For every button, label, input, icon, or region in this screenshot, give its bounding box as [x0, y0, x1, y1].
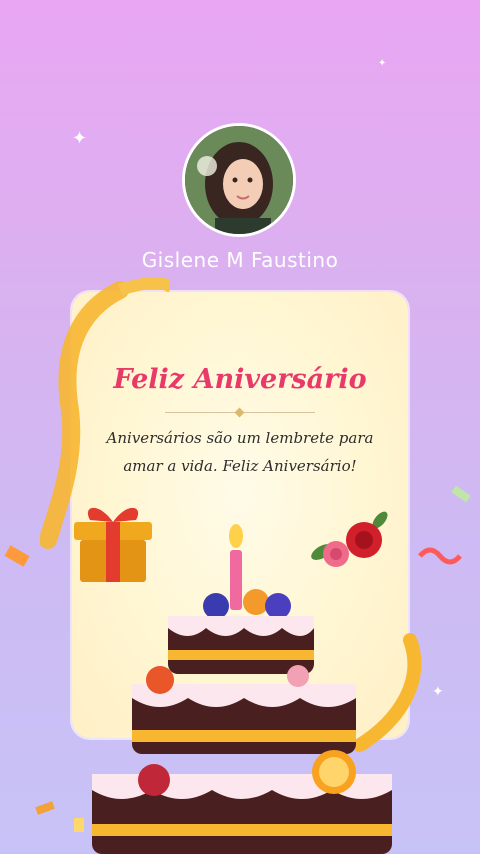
avatar[interactable] — [182, 123, 296, 237]
card-message: Aniversários são um lembrete para amar a… — [106, 429, 374, 475]
birthday-cake-icon — [92, 524, 392, 854]
card-title: Feliz Aniversário — [113, 364, 367, 395]
profile-name: Gislene M Faustino — [141, 248, 339, 272]
